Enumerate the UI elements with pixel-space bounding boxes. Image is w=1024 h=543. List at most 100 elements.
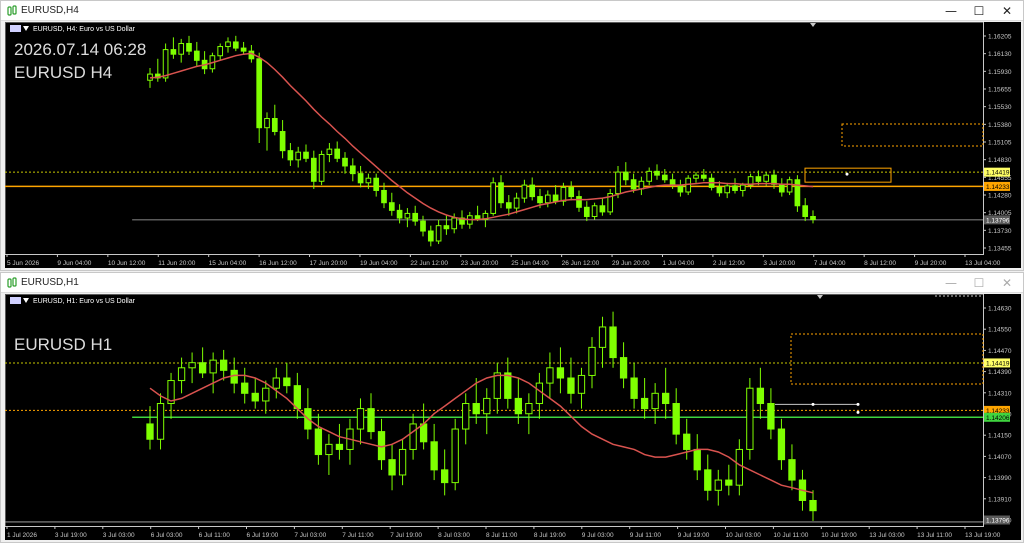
candle[interactable] <box>388 444 396 491</box>
candle[interactable] <box>349 158 356 182</box>
candle[interactable] <box>451 418 459 491</box>
candle[interactable] <box>178 38 185 63</box>
candle[interactable] <box>746 378 754 460</box>
candle[interactable] <box>314 413 323 465</box>
candle[interactable] <box>146 406 154 450</box>
order-marker[interactable] <box>856 410 860 414</box>
candle[interactable] <box>462 393 470 445</box>
candle[interactable] <box>287 143 294 166</box>
candle[interactable] <box>567 357 575 404</box>
candle[interactable] <box>556 347 565 394</box>
candle[interactable] <box>356 398 365 445</box>
candle[interactable] <box>293 372 301 419</box>
candle[interactable] <box>646 167 653 186</box>
candle[interactable] <box>483 388 491 435</box>
candle[interactable] <box>544 190 551 208</box>
candle[interactable] <box>630 362 638 409</box>
minimize-button[interactable]: — <box>937 273 965 293</box>
candle[interactable] <box>756 367 765 419</box>
candle[interactable] <box>154 58 161 82</box>
candle[interactable] <box>640 378 649 419</box>
candle[interactable] <box>568 181 575 201</box>
candle[interactable] <box>794 175 801 212</box>
candle[interactable] <box>576 190 582 212</box>
candle[interactable] <box>186 35 192 55</box>
candle[interactable] <box>724 182 731 199</box>
chart-shift-marker[interactable] <box>810 23 816 27</box>
candle[interactable] <box>778 178 785 197</box>
candle[interactable] <box>809 490 817 521</box>
candle[interactable] <box>443 215 450 235</box>
candle[interactable] <box>240 41 247 55</box>
candle[interactable] <box>708 173 715 191</box>
candle[interactable] <box>156 393 165 450</box>
candle[interactable] <box>704 454 712 501</box>
candle[interactable] <box>700 169 707 182</box>
candle[interactable] <box>525 393 533 435</box>
candle[interactable] <box>521 179 528 203</box>
one-click-trading-icon[interactable] <box>23 26 29 31</box>
candle[interactable] <box>588 337 596 389</box>
title-bar[interactable]: EURUSD,H1 — ☐ ✕ <box>1 273 1023 293</box>
candle[interactable] <box>198 347 207 378</box>
price-chart-h1[interactable]: EURUSD, H1: Euro vs US Dollar EURUSD H1 1.… <box>5 294 1021 540</box>
chart-canvas-h1[interactable]: EURUSD, H1: Euro vs US Dollar EURUSD H1 1.… <box>5 294 1021 540</box>
candle[interactable] <box>193 41 200 67</box>
candle[interactable] <box>409 413 417 460</box>
chart-shift-marker[interactable] <box>817 295 823 299</box>
candle[interactable] <box>619 342 628 389</box>
candle[interactable] <box>256 52 263 143</box>
candle[interactable] <box>334 141 341 163</box>
candle[interactable] <box>591 202 598 220</box>
candle[interactable] <box>241 367 249 404</box>
candle[interactable] <box>622 162 629 186</box>
chart-canvas-h4[interactable]: EURUSD, H4: Euro vs US Dollar 2026.07.14 … <box>5 22 1021 268</box>
candle[interactable] <box>167 372 175 419</box>
close-button[interactable]: ✕ <box>993 273 1021 293</box>
target-zone-box[interactable] <box>841 123 984 147</box>
price-chart-h4[interactable]: EURUSD, H4: Euro vs US Dollar 2026.07.14 … <box>5 22 1021 268</box>
candle[interactable] <box>735 439 743 496</box>
candle[interactable] <box>335 423 344 460</box>
candle[interactable] <box>271 104 278 136</box>
candle[interactable] <box>318 150 325 186</box>
candle[interactable] <box>396 204 403 224</box>
candle[interactable] <box>388 192 395 216</box>
candle[interactable] <box>346 418 354 465</box>
candle[interactable] <box>201 51 208 75</box>
title-bar[interactable]: EURUSD,H4 — ☐ ✕ <box>1 1 1023 21</box>
candle[interactable] <box>583 201 590 222</box>
candle[interactable] <box>220 349 228 381</box>
candle[interactable] <box>367 393 375 440</box>
candle[interactable] <box>373 173 380 197</box>
candle[interactable] <box>677 179 684 197</box>
candle[interactable] <box>251 378 259 409</box>
target-zone-box[interactable] <box>790 333 984 385</box>
candle[interactable] <box>609 311 617 368</box>
candle[interactable] <box>598 316 607 368</box>
candle[interactable] <box>325 434 333 475</box>
candle[interactable] <box>607 188 614 215</box>
order-marker[interactable] <box>811 402 815 406</box>
candle[interactable] <box>777 418 786 470</box>
order-marker[interactable] <box>845 172 849 176</box>
candle[interactable] <box>412 205 419 226</box>
restore-button[interactable]: ☐ <box>965 1 993 21</box>
candle[interactable] <box>303 144 309 163</box>
candle[interactable] <box>513 192 520 214</box>
candle[interactable] <box>209 352 217 394</box>
candle[interactable] <box>310 150 317 189</box>
candle[interactable] <box>505 195 512 216</box>
candle[interactable] <box>398 439 407 486</box>
candle[interactable] <box>264 112 270 151</box>
candle[interactable] <box>404 208 411 228</box>
one-click-trading-icon[interactable] <box>23 298 29 303</box>
candle[interactable] <box>357 165 364 188</box>
candle[interactable] <box>599 198 606 216</box>
candle[interactable] <box>786 176 793 196</box>
candle[interactable] <box>441 449 449 496</box>
candle[interactable] <box>810 210 816 224</box>
candle[interactable] <box>577 367 586 409</box>
candle[interactable] <box>661 169 668 183</box>
restore-button[interactable]: ☐ <box>965 273 993 293</box>
